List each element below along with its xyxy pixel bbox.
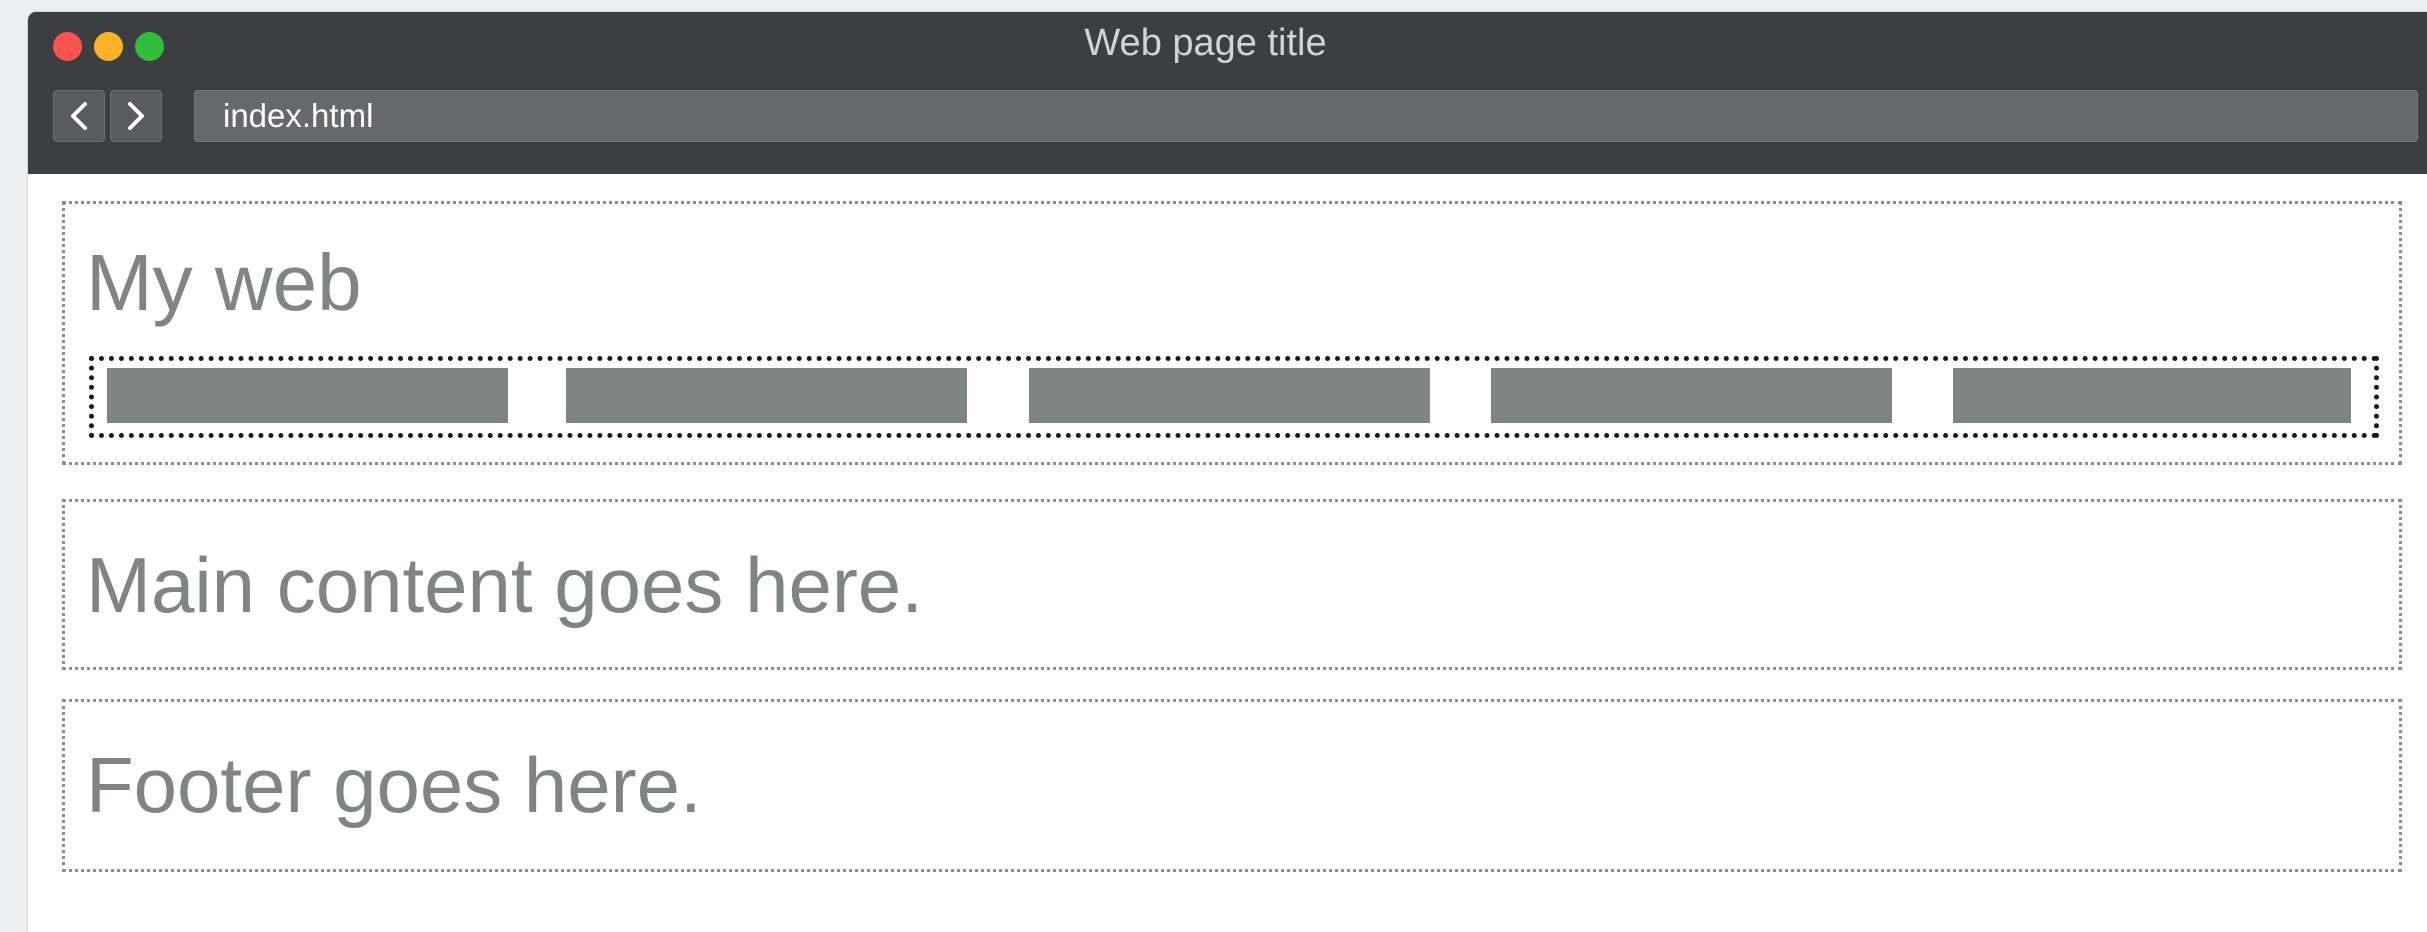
main-section: Main content goes here. — [62, 499, 2402, 670]
nav-item[interactable] — [107, 368, 508, 423]
site-title: My web — [86, 238, 362, 327]
footer-text: Footer goes here. — [86, 741, 702, 829]
header-section: My web — [62, 201, 2402, 465]
window-title: Web page title — [1084, 22, 1327, 64]
chevron-right-icon — [128, 102, 144, 130]
nav-item[interactable] — [1491, 368, 1892, 423]
navigation-menu — [89, 356, 2379, 438]
back-button[interactable] — [53, 90, 105, 142]
nav-item[interactable] — [1029, 368, 1430, 423]
footer-section: Footer goes here. — [62, 699, 2402, 872]
nav-item[interactable] — [1953, 368, 2351, 423]
chevron-left-icon — [71, 102, 87, 130]
forward-button[interactable] — [110, 90, 162, 142]
address-bar[interactable]: index.html — [194, 90, 2418, 142]
page-viewport: My web Main content goes here. Footer go… — [28, 174, 2427, 932]
nav-item[interactable] — [566, 368, 967, 423]
main-content-text: Main content goes here. — [86, 541, 923, 629]
browser-chrome: Web page title index.html — [28, 12, 2427, 174]
browser-window: Web page title index.html My web Main co… — [28, 12, 2427, 932]
